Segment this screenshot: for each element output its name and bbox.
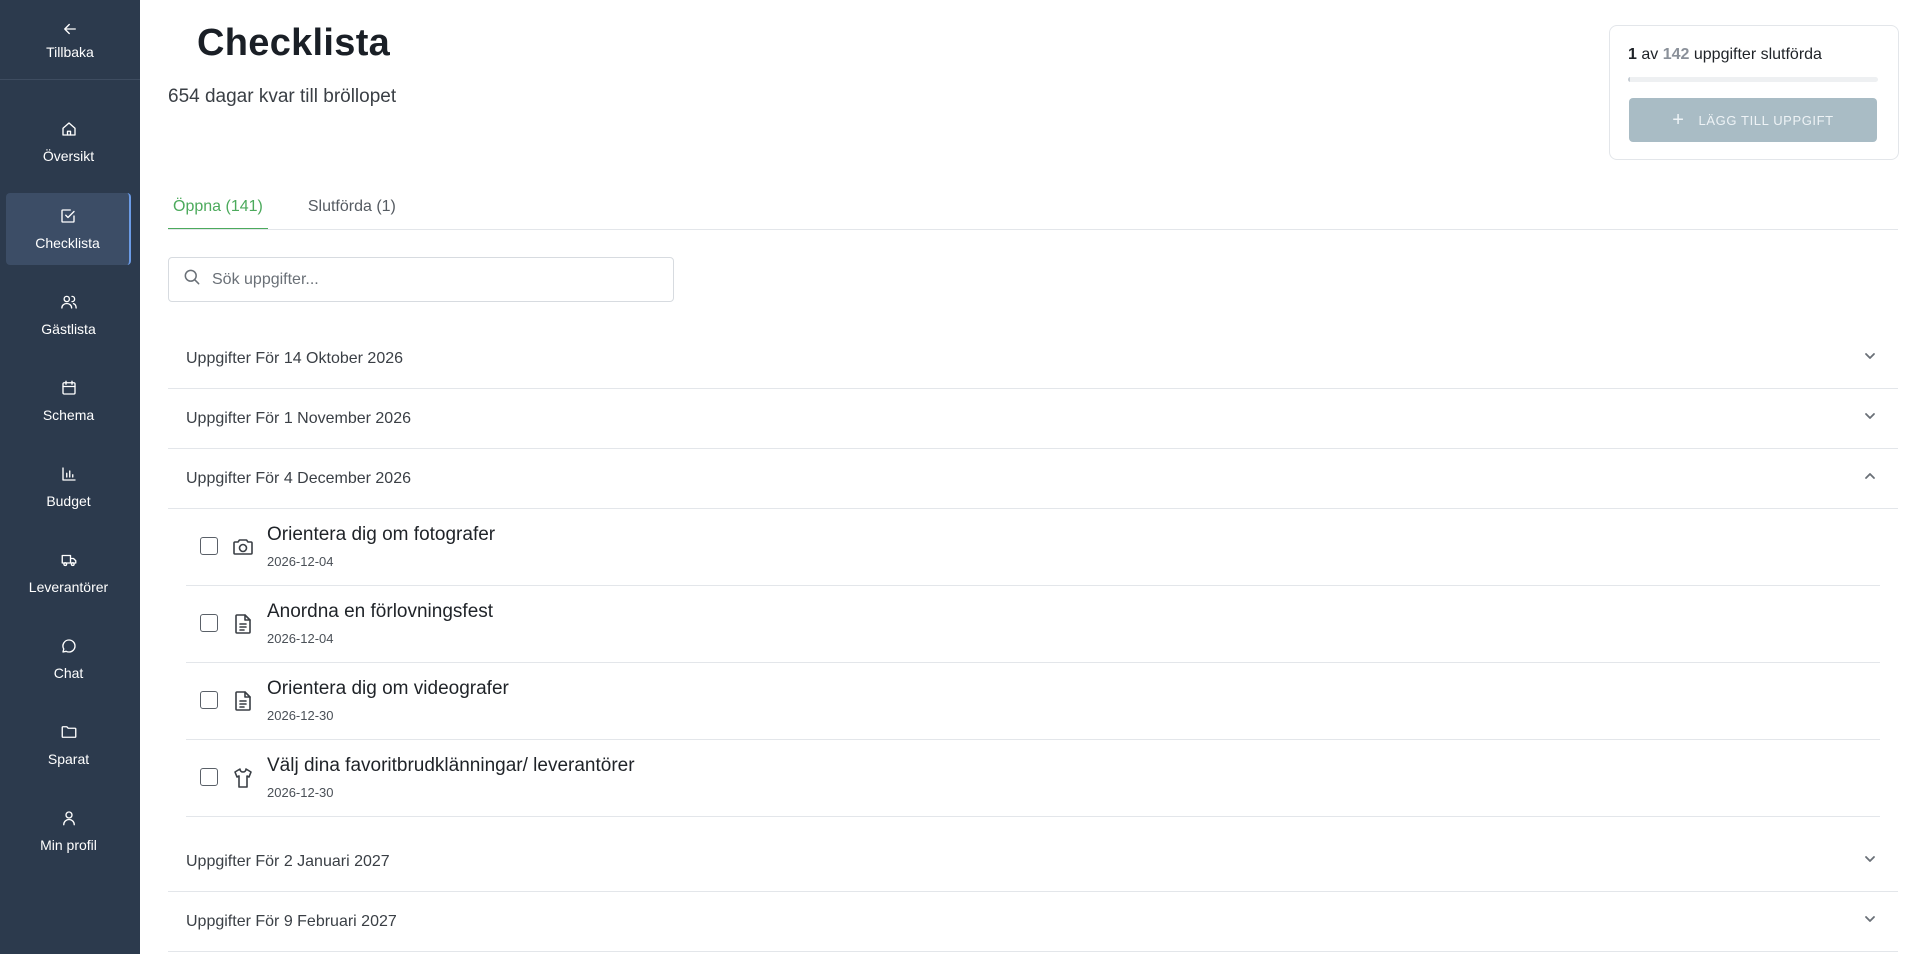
back-button[interactable]: Tillbaka	[0, 0, 140, 80]
home-icon	[60, 120, 78, 138]
arrow-left-icon	[61, 20, 79, 38]
chevron-down-icon	[1862, 911, 1878, 932]
plus-icon: +	[1672, 109, 1685, 131]
task-row: Orientera dig om videografer 2026-12-30	[186, 663, 1880, 740]
sidebar-item-label: Min profil	[40, 837, 97, 853]
search-box	[168, 257, 674, 302]
truck-icon	[60, 551, 78, 569]
sidebar-item-chat[interactable]: Chat	[6, 623, 131, 695]
chevron-down-icon	[1862, 851, 1878, 872]
progress-bar	[1628, 77, 1878, 82]
add-task-button[interactable]: + LÄGG TILL UPPGIFT	[1629, 98, 1877, 142]
page-title: Checklista	[197, 22, 391, 64]
task-checkbox[interactable]	[200, 691, 218, 709]
sidebar-item-label: Översikt	[42, 148, 95, 164]
search-input[interactable]	[212, 270, 652, 289]
tab-completed[interactable]: Slutförda (1)	[303, 195, 401, 230]
group-header[interactable]: Uppgifter För 2 Januari 2027	[168, 832, 1898, 892]
sidebar-item-leverantorer[interactable]: Leverantörer	[6, 537, 131, 609]
progress-of: av	[1641, 46, 1659, 63]
task-checkbox[interactable]	[200, 614, 218, 632]
bar-chart-icon	[60, 465, 78, 483]
group-header[interactable]: Uppgifter För 9 Februari 2027	[168, 892, 1898, 952]
countdown-text: 654 dagar kvar till bröllopet	[168, 86, 397, 107]
tab-bar: Öppna (141) Slutförda (1)	[168, 195, 436, 230]
chevron-down-icon	[1862, 348, 1878, 369]
task-checkbox[interactable]	[200, 768, 218, 786]
task-date: 2026-12-30	[267, 708, 334, 723]
group-title: Uppgifter För 2 Januari 2027	[186, 852, 390, 870]
task-title: Orientera dig om fotografer	[267, 524, 496, 545]
task-title: Välj dina favoritbrudklänningar/ leveran…	[267, 755, 635, 776]
group-title: Uppgifter För 1 November 2026	[186, 409, 411, 427]
total-count: 142	[1662, 46, 1690, 63]
group-title: Uppgifter För 9 Februari 2027	[186, 912, 397, 930]
tab-open[interactable]: Öppna (141)	[168, 195, 268, 230]
document-icon	[231, 612, 255, 636]
sidebar-item-label: Sparat	[47, 751, 90, 767]
shirt-icon	[231, 766, 255, 790]
task-checkbox[interactable]	[200, 537, 218, 555]
sidebar-item-label: Gästlista	[41, 321, 96, 337]
group-title: Uppgifter För 4 December 2026	[186, 469, 411, 487]
task-date: 2026-12-04	[267, 554, 334, 569]
users-icon	[60, 293, 78, 311]
sidebar-item-min-profil[interactable]: Min profil	[6, 795, 131, 867]
task-date: 2026-12-04	[267, 631, 334, 646]
group-header-expanded[interactable]: Uppgifter För 4 December 2026	[168, 449, 1898, 509]
sidebar-item-oversikt[interactable]: Översikt	[6, 106, 131, 178]
group-title: Uppgifter För 14 Oktober 2026	[186, 349, 404, 367]
task-title: Orientera dig om videografer	[267, 678, 509, 699]
task-row: Anordna en förlovningsfest 2026-12-04	[186, 586, 1880, 663]
completed-count: 1	[1628, 46, 1637, 63]
user-icon	[60, 809, 78, 827]
camera-icon	[231, 535, 255, 559]
sidebar-item-budget[interactable]: Budget	[6, 451, 131, 523]
chevron-up-icon	[1862, 468, 1878, 489]
progress-suffix: uppgifter slutförda	[1693, 46, 1822, 63]
sidebar-item-checklista[interactable]: Checklista	[6, 193, 131, 265]
chevron-down-icon	[1862, 408, 1878, 429]
task-row: Orientera dig om fotografer 2026-12-04	[186, 509, 1880, 586]
sidebar: Tillbaka Översikt Checklista Gästlista S…	[0, 0, 140, 954]
sidebar-item-label: Budget	[46, 493, 91, 509]
back-label: Tillbaka	[46, 43, 94, 60]
sidebar-item-label: Leverantörer	[28, 579, 109, 595]
task-title: Anordna en förlovningsfest	[267, 601, 494, 622]
document-icon	[231, 689, 255, 713]
task-row: Välj dina favoritbrudklänningar/ leveran…	[186, 740, 1880, 817]
search-icon	[182, 267, 202, 292]
calendar-icon	[60, 379, 78, 397]
chat-bubble-icon	[60, 637, 78, 655]
sidebar-item-schema[interactable]: Schema	[6, 365, 131, 437]
progress-card: 1 av 142 uppgifter slutförda + LÄGG TILL…	[1609, 25, 1899, 160]
add-task-label: LÄGG TILL UPPGIFT	[1698, 112, 1834, 128]
sidebar-item-sparat[interactable]: Sparat	[6, 709, 131, 781]
sidebar-item-label: Chat	[53, 665, 84, 681]
sidebar-item-gastlista[interactable]: Gästlista	[6, 279, 131, 351]
sidebar-item-label: Schema	[42, 407, 95, 423]
group-header[interactable]: Uppgifter För 14 Oktober 2026	[168, 329, 1898, 389]
checkbox-icon	[59, 207, 77, 225]
group-header[interactable]: Uppgifter För 1 November 2026	[168, 389, 1898, 449]
task-date: 2026-12-30	[267, 785, 334, 800]
tab-divider	[168, 229, 1898, 230]
progress-bar-fill	[1628, 77, 1630, 82]
folder-icon	[60, 723, 78, 741]
progress-summary: 1 av 142 uppgifter slutförda	[1628, 46, 1822, 64]
sidebar-item-label: Checklista	[35, 235, 100, 251]
